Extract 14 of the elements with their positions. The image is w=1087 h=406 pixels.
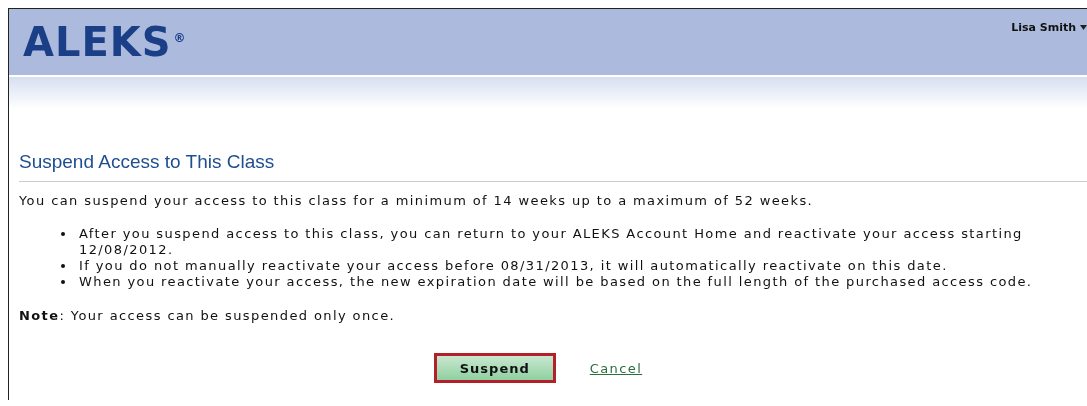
suspend-button[interactable]: Suspend [433, 353, 556, 383]
bullet-icon [61, 264, 65, 268]
bullet-icon [61, 232, 65, 236]
section-title: Suspend Access to This Class [19, 151, 1087, 182]
user-menu[interactable]: Lisa Smith [1011, 21, 1087, 34]
bullet-icon [61, 280, 65, 284]
bullet-text: If you do not manually reactivate your access before 08/31/2013, it will automatically reactivate on this date. [79, 258, 948, 274]
intro-text: You can suspend your access to this class for a minimum of 14 weeks up to a maximum of 52 weeks. [19, 193, 815, 208]
note-text: Note: Your access can be suspended only once. [19, 308, 397, 323]
logo: ALEKS$^{®}$ [23, 19, 187, 65]
caret-icon [1080, 25, 1087, 30]
cancel-link[interactable]: Cancel [589, 360, 643, 376]
bullet-text: After you suspend access to this class, you can return to your ALEKS Account Home and reactivate your access starting 12/08/2012. [79, 226, 1024, 258]
bullet-text: When you reactivate your access, the new expiration date will be based on the full length of the purchased access code. [79, 274, 1033, 290]
